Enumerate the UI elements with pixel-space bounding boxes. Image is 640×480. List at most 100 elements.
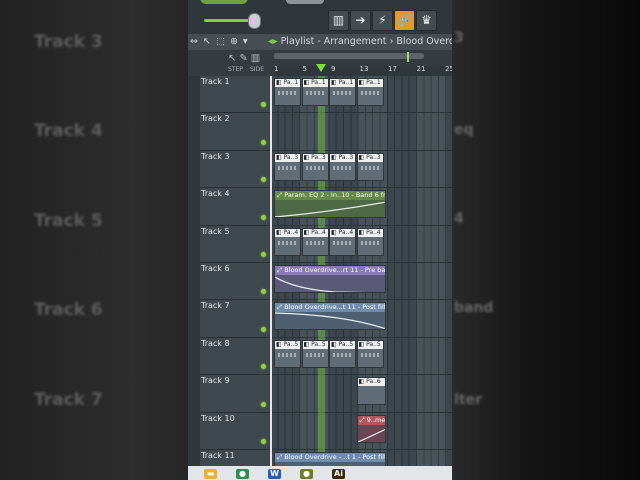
- pattern-clip[interactable]: ◧ Pa..4: [301, 227, 329, 256]
- arrow-right-icon[interactable]: ➔: [350, 10, 371, 31]
- automation-curve: [275, 276, 366, 292]
- pattern-clip[interactable]: ◧ Pa..3: [329, 152, 356, 181]
- track-name: Track 3: [201, 151, 230, 161]
- pattern-notes: [305, 240, 325, 245]
- background-clip-label: eq: [454, 122, 474, 138]
- pattern-clip[interactable]: ◧ Pa..1: [301, 78, 329, 106]
- playhead-marker[interactable]: [316, 64, 326, 72]
- background-right: 3 eq 4 band lter: [452, 0, 640, 480]
- pattern-clip-label: ◧ Pa..4: [357, 228, 383, 237]
- track-enable-led[interactable]: [261, 139, 266, 145]
- track-header[interactable]: Track 3: [200, 150, 270, 189]
- track-header[interactable]: Track 4: [200, 188, 270, 226]
- word-icon[interactable]: W: [268, 469, 281, 479]
- automation-clip[interactable]: ⤢ Blood Overdrive...t 11 - Post filter: [274, 302, 386, 331]
- track-enable-led[interactable]: [261, 364, 266, 370]
- pattern-clip[interactable]: ◧ Pa..4: [329, 227, 356, 256]
- pattern-clip[interactable]: ◧ Pa..5: [329, 339, 356, 368]
- master-volume-knob[interactable]: [248, 13, 261, 29]
- pattern-notes: [360, 91, 380, 95]
- track-header[interactable]: Track 10: [200, 412, 270, 450]
- grid-row-divider: [270, 374, 452, 376]
- link-icon[interactable]: 🔗: [394, 10, 415, 31]
- automation-clip[interactable]: ⤢ Param. EQ 2 - In..10 - Band 6 freq: [274, 190, 386, 219]
- track-name: Track 4: [201, 189, 230, 199]
- mixer-icon[interactable]: ♛: [416, 10, 437, 31]
- track-enable-led[interactable]: [261, 177, 266, 183]
- grid-row-divider: [270, 411, 452, 413]
- pattern-notes: [305, 165, 325, 170]
- ruler-tick: 5: [302, 65, 307, 73]
- pattern-clip[interactable]: ◧ Pa..5: [274, 339, 301, 368]
- pattern-clip[interactable]: ◧ Pa..4: [274, 227, 301, 256]
- ruler-tick: 13: [359, 65, 369, 73]
- grid-row-divider: [270, 149, 452, 151]
- pattern-notes: [360, 240, 380, 245]
- background-clip-label: band: [454, 300, 494, 316]
- automation-clip[interactable]: ⤢ Blood Overdrive - ..t 1 - Post filter: [274, 452, 386, 466]
- track-header[interactable]: Track 5: [200, 225, 270, 263]
- grid-row-divider: [270, 262, 452, 263]
- ruler-tick: 9: [331, 65, 336, 73]
- track-enable-led[interactable]: [261, 289, 266, 295]
- pattern-clip[interactable]: ◧ Pa..1: [356, 78, 384, 106]
- track-enable-led[interactable]: [261, 438, 266, 444]
- plugin-picker-icon[interactable]: ⚡: [372, 10, 393, 31]
- pattern-clip[interactable]: ◧ Pa..6: [356, 377, 386, 406]
- toolbar-pill-green[interactable]: [200, 0, 248, 4]
- background-clip-label: 4: [454, 211, 464, 227]
- track-header[interactable]: Track 6: [200, 263, 270, 301]
- pattern-notes: [278, 91, 297, 95]
- toolbar-pill-gray[interactable]: [286, 0, 324, 4]
- pattern-notes: [333, 240, 352, 245]
- playlist-title: ◂▸ Playlist - Arrangement › Blood Overdr…: [268, 34, 452, 50]
- pattern-clip-label: ◧ Pa..3: [357, 153, 383, 162]
- horizontal-scrollbar[interactable]: [274, 53, 424, 59]
- playlist-left-strip: [188, 76, 200, 466]
- track-header[interactable]: Track 11: [200, 450, 270, 466]
- track-enable-led[interactable]: [261, 102, 266, 108]
- pattern-clip[interactable]: ◧ Pa..3: [356, 152, 384, 181]
- track-header[interactable]: Track 7: [200, 300, 270, 338]
- track-enable-led[interactable]: [261, 401, 266, 407]
- track-enable-led[interactable]: [261, 251, 266, 257]
- file-explorer-icon[interactable]: ▬: [204, 469, 217, 479]
- chrome-icon[interactable]: ●: [236, 469, 249, 479]
- automation-clip[interactable]: ⤢ Blood Overdrive...rt 11 - Pre band: [274, 265, 386, 293]
- pattern-notes: [305, 352, 325, 357]
- track-header[interactable]: Track 9: [200, 375, 270, 413]
- playlist-tools[interactable]: ⇔ ↖ ⬚ ⊕ ▾: [190, 34, 249, 50]
- piano-roll-icon[interactable]: ▥: [328, 10, 349, 31]
- track-header[interactable]: Track 8: [200, 337, 270, 376]
- pattern-clip[interactable]: ◧ Pa..1: [329, 78, 356, 106]
- illustrator-icon[interactable]: Ai: [332, 469, 345, 479]
- playlist-arrow-icon[interactable]: ◂▸: [268, 36, 278, 47]
- pattern-clip[interactable]: ◧ Pa..5: [301, 339, 329, 368]
- pattern-clip[interactable]: ◧ Pa..4: [356, 227, 384, 256]
- track-name: Track 10: [201, 413, 235, 423]
- scroll-indicator: [407, 52, 409, 62]
- track-enable-led[interactable]: [261, 326, 266, 332]
- track-header[interactable]: Track 1: [200, 76, 270, 114]
- grid-row-divider: [270, 299, 452, 301]
- pattern-clip[interactable]: ◧ Pa..1: [274, 78, 301, 106]
- pattern-notes: [333, 352, 352, 357]
- grid-row-divider: [270, 224, 452, 226]
- pattern-clip[interactable]: ◧ Pa..3: [301, 152, 329, 181]
- pattern-clip-label: ◧ Pa..3: [275, 153, 300, 162]
- track-enable-led[interactable]: [261, 214, 266, 220]
- background-track-label: Track 5: [34, 211, 103, 231]
- snap-tools-icon[interactable]: ↖✎▥: [228, 53, 263, 64]
- playlist-header: ⇔ ↖ ⬚ ⊕ ▾ ◂▸ Playlist - Arrangement › Bl…: [188, 34, 452, 50]
- pattern-clip[interactable]: ◧ Pa..5: [356, 339, 384, 368]
- fl-studio-icon[interactable]: ●: [300, 469, 313, 479]
- track-name: Track 11: [201, 451, 235, 460]
- side-label: SIDE: [250, 66, 264, 73]
- pattern-clip[interactable]: ◧ Pa..3: [274, 152, 301, 181]
- track-header[interactable]: Track 2: [200, 113, 270, 151]
- background-clip-label: 3: [454, 30, 464, 46]
- automation-clip[interactable]: ⤢ 9..me: [356, 414, 386, 443]
- automation-curve: [357, 428, 385, 442]
- breadcrumb: Blood Overdrive -: [396, 36, 452, 47]
- background-clip-label: lter: [454, 392, 482, 408]
